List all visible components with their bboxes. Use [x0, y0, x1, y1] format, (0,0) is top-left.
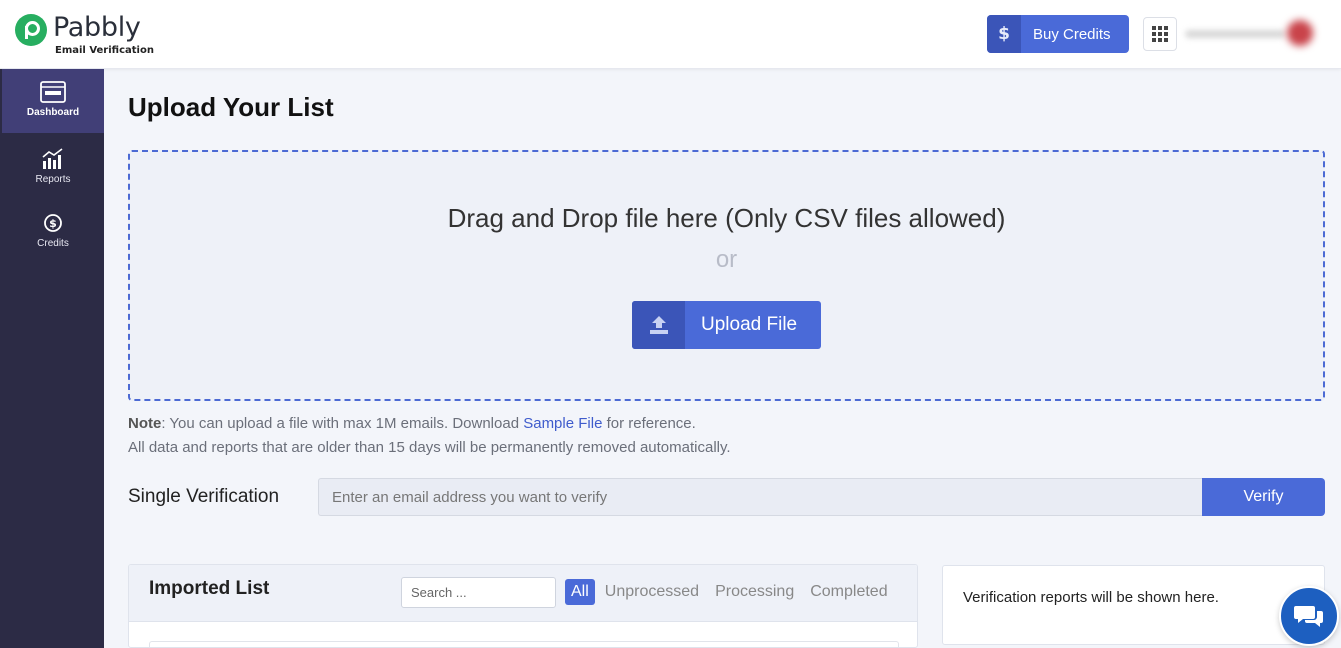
single-verification-label: Single Verification: [128, 486, 280, 507]
email-verify-input[interactable]: [318, 478, 1203, 516]
verification-reports-panel: Verification reports will be shown here.: [942, 565, 1325, 645]
chat-widget-button[interactable]: [1279, 586, 1339, 646]
upload-note: Note: You can upload a file with max 1M …: [128, 412, 731, 460]
logo-subtitle: Email Verification: [55, 45, 154, 56]
dropzone-or: or: [715, 246, 738, 273]
dropzone-instructions: Drag and Drop file here (Only CSV files …: [447, 203, 1006, 233]
status-filters: All Unprocessed Processing Completed: [565, 579, 896, 605]
sidebar-item-credits[interactable]: $ Credits: [2, 200, 104, 264]
sidebar-item-reports[interactable]: Reports: [2, 136, 104, 200]
user-menu[interactable]: [1185, 20, 1313, 46]
note-prefix: Note: [128, 415, 162, 432]
dollar-icon: $: [987, 15, 1021, 53]
apps-grid-button[interactable]: [1143, 17, 1177, 51]
page-title: Upload Your List: [128, 92, 334, 122]
imported-list-header: Imported List All Unprocessed Processing…: [129, 565, 917, 622]
upload-file-label: Upload File: [701, 314, 798, 335]
dollar-circle-icon: $: [44, 214, 62, 232]
sample-file-link[interactable]: Sample File: [523, 415, 602, 432]
sidebar-item-label: Credits: [37, 238, 69, 249]
list-search-input[interactable]: [401, 577, 556, 608]
dashboard-icon: [40, 81, 66, 103]
sidebar-item-label: Reports: [35, 174, 71, 185]
reports-empty-text: Verification reports will be shown here.: [963, 589, 1219, 606]
note-text: : You can upload a file with max 1M emai…: [161, 415, 524, 432]
imported-list-panel: Imported List All Unprocessed Processing…: [128, 564, 918, 648]
upload-file-button[interactable]: Upload File: [632, 301, 821, 349]
sidebar-item-label: Dashboard: [26, 107, 80, 118]
verify-button[interactable]: Verify: [1202, 478, 1325, 516]
top-header: Pabbly Email Verification $ Buy Credits: [0, 0, 1341, 69]
file-dropzone[interactable]: Drag and Drop file here (Only CSV files …: [128, 150, 1325, 401]
pabbly-logo[interactable]: Pabbly Email Verification: [15, 12, 155, 58]
filter-all[interactable]: All: [565, 579, 595, 605]
buy-credits-label: Buy Credits: [1033, 25, 1111, 43]
svg-text:$: $: [49, 217, 57, 230]
logo-name: Pabbly: [53, 12, 141, 43]
chat-bubbles-icon: [1294, 606, 1323, 627]
logo-mark-icon: [15, 14, 47, 46]
upload-icon: [632, 301, 685, 349]
buy-credits-button[interactable]: $ Buy Credits: [987, 15, 1129, 53]
grid-icon: [1152, 26, 1156, 30]
imported-list-body: [149, 641, 899, 647]
note-text-after: for reference.: [602, 415, 696, 432]
filter-processing[interactable]: Processing: [707, 579, 802, 605]
retention-note: All data and reports that are older than…: [128, 439, 731, 456]
filter-completed[interactable]: Completed: [802, 579, 895, 605]
sidebar-item-dashboard[interactable]: Dashboard: [2, 69, 104, 133]
imported-list-title: Imported List: [149, 578, 270, 599]
chart-icon: [42, 148, 63, 169]
sidebar: Dashboard Reports $ Credits: [0, 69, 104, 648]
avatar: [1287, 20, 1313, 46]
filter-unprocessed[interactable]: Unprocessed: [597, 579, 707, 605]
user-name-redacted: [1185, 30, 1285, 38]
